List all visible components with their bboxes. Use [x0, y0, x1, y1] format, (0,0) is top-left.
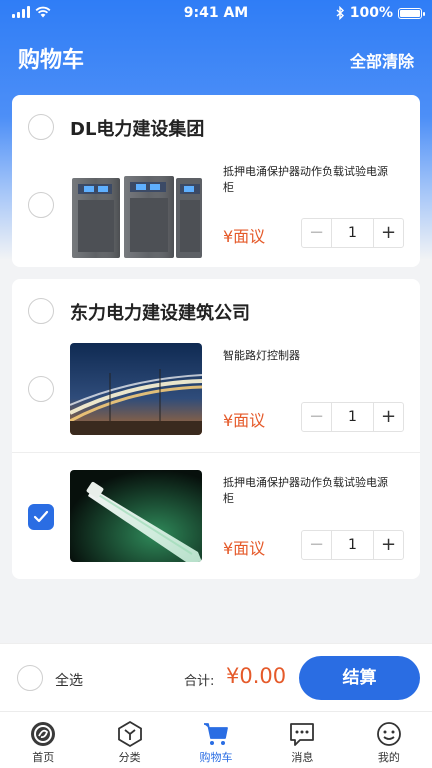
tab-profile[interactable]: 我的	[346, 712, 432, 768]
item-divider	[12, 452, 420, 453]
cart-icon	[204, 723, 228, 745]
tab-cart[interactable]: 购物车	[173, 712, 259, 768]
quantity-stepper: − 1 +	[301, 530, 404, 560]
tab-category[interactable]: 分类	[86, 712, 172, 768]
tab-label: 消息	[291, 751, 314, 764]
product-name[interactable]: 抵押电涌保护器动作负载试验电源柜	[223, 164, 388, 196]
shop-checkbox[interactable]	[28, 114, 54, 140]
checkout-button[interactable]: 结算	[299, 656, 420, 700]
quantity-value[interactable]: 1	[331, 219, 374, 247]
led-tube-image	[70, 470, 202, 562]
total-label: 合计:	[184, 674, 215, 689]
product-price: ¥面议	[223, 411, 266, 430]
bluetooth-icon	[336, 6, 344, 20]
decrease-button[interactable]: −	[302, 403, 331, 431]
status-right: 100%	[336, 5, 425, 21]
tab-home[interactable]: 首页	[0, 712, 86, 768]
shop-name: DL电力建设集团	[70, 119, 205, 140]
increase-button[interactable]: +	[374, 219, 403, 247]
tab-label: 购物车	[199, 751, 233, 764]
product-name[interactable]: 抵押电涌保护器动作负载试验电源柜	[223, 475, 388, 507]
quantity-stepper: − 1 +	[301, 218, 404, 248]
tab-label: 分类	[118, 751, 141, 764]
street-light-trails-image	[70, 343, 202, 435]
server-cabinets-image	[70, 168, 202, 260]
tab-label: 我的	[377, 751, 400, 764]
product-name[interactable]: 智能路灯控制器	[223, 348, 388, 364]
item-checkbox[interactable]	[28, 192, 54, 218]
tab-messages[interactable]: 消息	[259, 712, 345, 768]
battery-icon	[398, 7, 425, 19]
product-image[interactable]	[70, 168, 202, 260]
total-value: ¥0.00	[226, 664, 287, 688]
home-logo-icon	[31, 722, 56, 746]
shop-checkbox[interactable]	[28, 298, 54, 324]
increase-button[interactable]: +	[374, 403, 403, 431]
decrease-button[interactable]: −	[302, 531, 331, 559]
message-icon	[290, 723, 315, 746]
product-price: ¥面议	[223, 227, 266, 246]
quantity-stepper: − 1 +	[301, 402, 404, 432]
product-price: ¥面议	[223, 539, 266, 558]
item-checkbox[interactable]	[28, 504, 54, 530]
tab-bar: 首页 分类 购物车 消息 我的	[0, 711, 432, 768]
checkout-bar: 全选 合计: ¥0.00 结算	[0, 643, 432, 711]
category-icon	[117, 720, 142, 748]
battery-percent: 100%	[349, 5, 393, 21]
shop-card: 东力电力建设建筑公司 智能路灯控制器 ¥面议 − 1 + 抵押电涌保护器动作负载…	[12, 279, 420, 579]
item-checkbox[interactable]	[28, 376, 54, 402]
tab-label: 首页	[32, 751, 55, 764]
page-title: 购物车	[18, 48, 85, 73]
quantity-value[interactable]: 1	[331, 403, 374, 431]
select-all-label[interactable]: 全选	[55, 670, 83, 690]
product-image[interactable]	[70, 470, 202, 562]
clear-all-button[interactable]: 全部清除	[350, 48, 414, 72]
check-icon	[33, 510, 49, 523]
product-image[interactable]	[70, 343, 202, 435]
select-all-checkbox[interactable]	[17, 665, 43, 691]
quantity-value[interactable]: 1	[331, 531, 374, 559]
shop-card: DL电力建设集团 抵押电涌保护器动作负载试验电源柜 ¥面议 − 1 +	[12, 95, 420, 267]
shop-name: 东力电力建设建筑公司	[70, 303, 250, 324]
decrease-button[interactable]: −	[302, 219, 331, 247]
increase-button[interactable]: +	[374, 531, 403, 559]
status-bar: 9:41 AM 100%	[0, 0, 432, 28]
profile-icon	[376, 722, 401, 746]
